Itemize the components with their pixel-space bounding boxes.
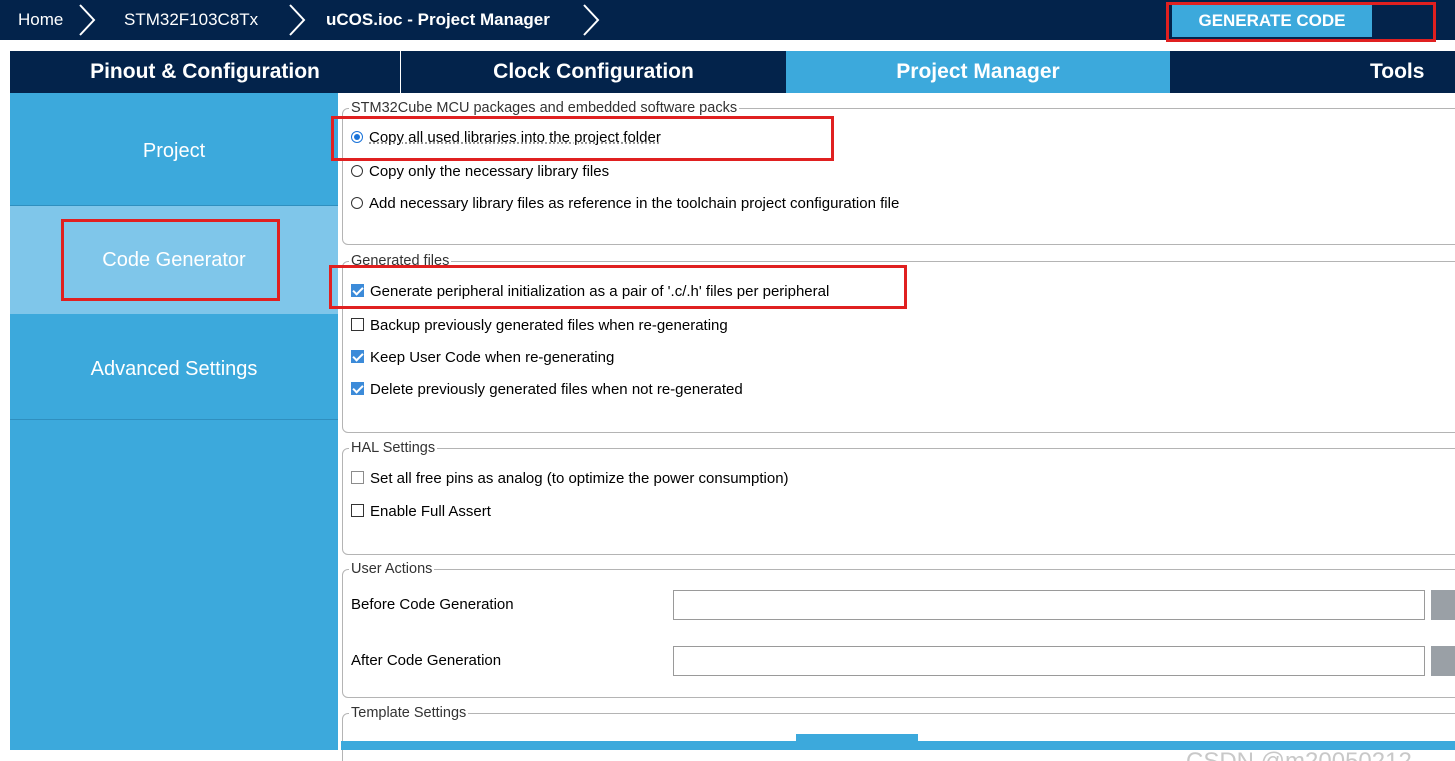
checkbox-unchecked-icon [351,504,364,517]
packages-group: STM32Cube MCU packages and embedded soft… [342,99,1455,245]
radio-copy-all-libraries[interactable]: Copy all used libraries into the project… [351,128,661,148]
option-label: Add necessary library files as reference… [369,195,900,212]
before-code-generation-input[interactable] [673,590,1425,620]
sidebar-item-code-generator[interactable]: Code Generator [10,206,338,314]
option-label: Keep User Code when re-generating [370,349,615,366]
main-tab-bar: Pinout & Configuration Clock Configurati… [10,51,1455,93]
user-actions-group-legend: User Actions [349,560,435,578]
checkbox-backup-generated-files[interactable]: Backup previously generated files when r… [351,316,728,336]
hal-settings-group: HAL Settings Set all free pins as analog… [342,439,1455,555]
radio-unselected-icon [351,197,363,209]
tab-project-manager[interactable]: Project Manager [786,51,1170,93]
generate-code-dropdown-area [1372,5,1430,37]
breadcrumb-home[interactable]: Home [18,0,63,40]
option-label: Backup previously generated files when r… [370,317,728,334]
after-code-generation-browse-button[interactable] [1431,646,1455,676]
checkbox-generate-peripheral-pair[interactable]: Generate peripheral initialization as a … [351,282,829,302]
after-code-generation-label: After Code Generation [351,652,502,669]
option-label: Generate peripheral initialization as a … [370,283,830,300]
radio-add-as-reference[interactable]: Add necessary library files as reference… [351,194,899,214]
after-code-generation-input[interactable] [673,646,1425,676]
breadcrumb-current[interactable]: uCOS.ioc - Project Manager [326,0,550,40]
generated-files-group: Generated files Generate peripheral init… [342,252,1455,433]
checkbox-checked-icon [351,382,364,395]
chevron-right-icon [289,4,306,36]
user-actions-group: User Actions Before Code Generation Afte… [342,560,1455,698]
breadcrumb: Home STM32F103C8Tx uCOS.ioc - Project Ma… [0,0,1455,40]
code-generator-panel: STM32Cube MCU packages and embedded soft… [338,93,1455,761]
sidebar-item-project[interactable]: Project [10,97,338,205]
hal-settings-group-legend: HAL Settings [349,439,438,457]
before-code-generation-label: Before Code Generation [351,596,514,613]
watermark: CSDN @m20050212 [1186,748,1412,761]
sidebar: Project Code Generator Advanced Settings [10,93,338,750]
breadcrumb-device[interactable]: STM32F103C8Tx [124,0,258,40]
radio-selected-icon [351,131,363,143]
sidebar-item-advanced-settings[interactable]: Advanced Settings [10,315,338,423]
option-label: Set all free pins as analog (to optimize… [370,470,789,487]
option-label: Enable Full Assert [370,503,491,520]
checkbox-keep-user-code[interactable]: Keep User Code when re-generating [351,348,614,368]
option-label: Delete previously generated files when n… [370,381,743,398]
checkbox-enable-full-assert[interactable]: Enable Full Assert [351,502,491,522]
checkbox-unchecked-icon [351,318,364,331]
checkbox-checked-icon [351,284,364,297]
checkbox-delete-generated-files[interactable]: Delete previously generated files when n… [351,380,743,400]
chevron-right-icon [79,4,96,36]
checkbox-checked-icon [351,350,364,363]
option-label: Copy only the necessary library files [369,163,610,180]
radio-unselected-icon [351,165,363,177]
generate-code-button[interactable]: GENERATE CODE [1172,5,1372,37]
packages-group-legend: STM32Cube MCU packages and embedded soft… [349,99,740,117]
template-settings-group-legend: Template Settings [349,704,469,722]
radio-copy-necessary-files[interactable]: Copy only the necessary library files [351,162,609,182]
before-code-generation-browse-button[interactable] [1431,590,1455,620]
tab-clock-configuration[interactable]: Clock Configuration [401,51,786,93]
generated-files-group-legend: Generated files [349,252,452,270]
option-label: Copy all used libraries into the project… [369,129,661,146]
checkbox-unchecked-icon [351,471,364,484]
tab-tools[interactable]: Tools [1170,51,1455,93]
checkbox-free-pins-analog[interactable]: Set all free pins as analog (to optimize… [351,469,789,489]
tab-pinout-configuration[interactable]: Pinout & Configuration [10,51,400,93]
sidebar-divider [10,419,338,420]
chevron-right-icon [583,4,600,36]
